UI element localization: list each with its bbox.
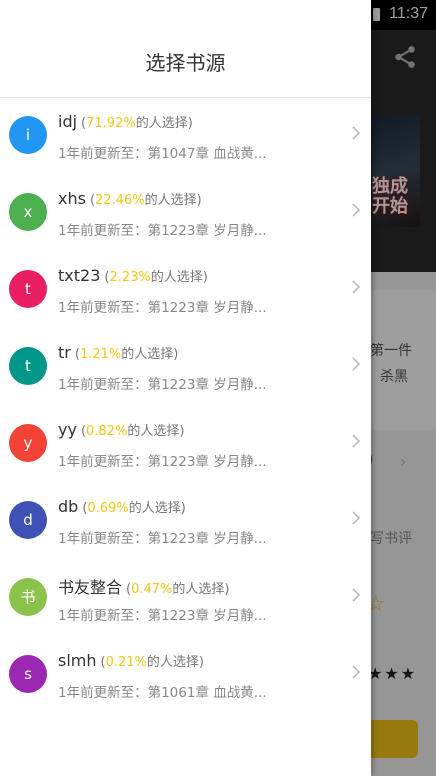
source-name: 书友整合 xyxy=(58,578,123,597)
chevron-right-icon xyxy=(352,511,361,525)
source-stat-suffix: 的人选择) xyxy=(135,116,193,131)
drawer-title: 选择书源 xyxy=(0,0,371,98)
source-update: 1年前更新至：第1223章 岁月静... xyxy=(58,377,267,393)
chevron-right-icon xyxy=(352,434,361,448)
source-avatar: i xyxy=(9,116,47,154)
chevron-right-icon xyxy=(352,357,361,371)
source-name-line: yy (0.82%的人选择) xyxy=(58,420,184,439)
source-percent: 0.82% xyxy=(86,424,128,439)
source-list: i idj (71.92%的人选择) 1年前更新至：第1047章 血战黄... x xhs… xyxy=(0,98,371,714)
source-stat: (1.21%的人选择) xyxy=(74,347,179,362)
source-avatar: s xyxy=(9,655,47,693)
source-update: 1年前更新至：第1223章 岁月静... xyxy=(58,531,267,547)
source-name: idj xyxy=(58,112,78,131)
source-stat-suffix: 的人选择) xyxy=(144,193,202,208)
chevron-right-icon xyxy=(352,665,361,679)
source-name: db xyxy=(58,497,79,516)
source-stat: (0.69%的人选择) xyxy=(82,501,186,516)
source-stat-suffix: 的人选择) xyxy=(127,424,185,439)
source-item[interactable]: s slmh (0.21%的人选择) 1年前更新至：第1061章 血战黄... xyxy=(0,637,371,714)
source-percent: 2.23% xyxy=(109,270,151,285)
source-percent: 0.21% xyxy=(105,655,147,670)
source-stat: (2.23%的人选择) xyxy=(104,270,208,285)
source-name: xhs xyxy=(58,189,86,208)
source-drawer: 选择书源 i idj (71.92%的人选择) 1年前更新至：第1047章 血战黄..… xyxy=(0,0,371,776)
source-stat-suffix: 的人选择) xyxy=(121,347,179,362)
source-name-line: xhs (22.46%的人选择) xyxy=(58,189,202,208)
source-item[interactable]: i idj (71.92%的人选择) 1年前更新至：第1047章 血战黄... xyxy=(0,98,371,175)
source-percent: 71.92% xyxy=(86,116,136,131)
source-stat-suffix: 的人选择) xyxy=(146,655,204,670)
source-update: 1年前更新至：第1061章 血战黄... xyxy=(58,685,267,701)
source-update: 1年前更新至：第1223章 岁月静... xyxy=(58,300,267,316)
source-name-line: slmh (0.21%的人选择) xyxy=(58,651,204,670)
source-item[interactable]: 书书友整合 (0.47%的人选择) 1年前更新至：第1223章 岁月静... xyxy=(0,560,371,637)
source-name: slmh xyxy=(58,651,97,670)
source-avatar: x xyxy=(9,193,47,231)
source-name-line: tr (1.21%的人选择) xyxy=(58,343,178,362)
source-avatar: d xyxy=(9,501,47,539)
source-name-line: db (0.69%的人选择) xyxy=(58,497,186,516)
source-percent: 0.47% xyxy=(131,582,173,597)
source-update: 1年前更新至：第1047章 血战黄... xyxy=(58,146,267,162)
source-avatar: t xyxy=(9,270,47,308)
source-name: txt23 xyxy=(58,266,101,285)
source-stat: (0.47%的人选择) xyxy=(126,582,230,597)
source-avatar: 书 xyxy=(9,578,47,616)
source-avatar: y xyxy=(9,424,47,462)
source-stat: (22.46%的人选择) xyxy=(89,193,202,208)
source-update: 1年前更新至：第1223章 岁月静... xyxy=(58,454,267,470)
source-name-line: 书友整合 (0.47%的人选择) xyxy=(58,574,229,598)
source-name: tr xyxy=(58,343,71,362)
source-name-line: txt23 (2.23%的人选择) xyxy=(58,266,208,285)
source-stat-suffix: 的人选择) xyxy=(128,501,186,516)
chevron-right-icon xyxy=(352,126,361,140)
source-percent: 22.46% xyxy=(95,193,145,208)
source-item[interactable]: x xhs (22.46%的人选择) 1年前更新至：第1223章 岁月静... xyxy=(0,175,371,252)
source-name-line: idj (71.92%的人选择) xyxy=(58,112,193,131)
source-update: 1年前更新至：第1223章 岁月静... xyxy=(58,223,267,239)
source-stat: (71.92%的人选择) xyxy=(81,116,193,131)
source-item[interactable]: d db (0.69%的人选择) 1年前更新至：第1223章 岁月静... xyxy=(0,483,371,560)
source-name: yy xyxy=(58,420,77,439)
source-stat: (0.21%的人选择) xyxy=(100,655,204,670)
source-item[interactable]: t tr (1.21%的人选择) 1年前更新至：第1223章 岁月静... xyxy=(0,329,371,406)
source-stat-suffix: 的人选择) xyxy=(150,270,208,285)
source-percent: 1.21% xyxy=(79,347,122,362)
source-stat: (0.82%的人选择) xyxy=(80,424,185,439)
source-item[interactable]: t txt23 (2.23%的人选择) 1年前更新至：第1223章 岁月静... xyxy=(0,252,371,329)
chevron-right-icon xyxy=(352,280,361,294)
source-percent: 0.69% xyxy=(87,501,129,516)
chevron-right-icon xyxy=(352,203,361,217)
source-avatar: t xyxy=(9,347,47,385)
source-item[interactable]: y yy (0.82%的人选择) 1年前更新至：第1223章 岁月静... xyxy=(0,406,371,483)
chevron-right-icon xyxy=(352,588,361,602)
source-update: 1年前更新至：第1223章 岁月静... xyxy=(58,608,267,624)
source-stat-suffix: 的人选择) xyxy=(172,582,230,597)
